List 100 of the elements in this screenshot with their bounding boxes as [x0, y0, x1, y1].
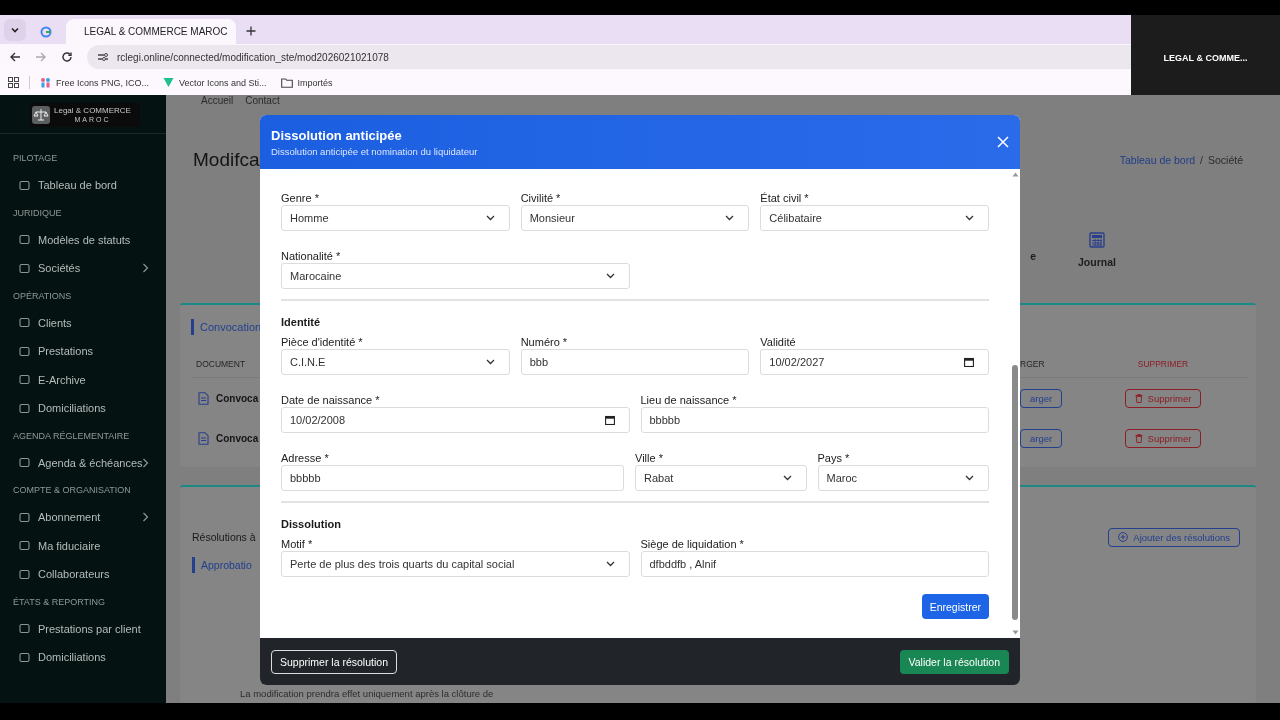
sidebar-item[interactable]: Domiciliations — [0, 643, 166, 672]
select-field[interactable]: Marocaine — [281, 263, 630, 289]
sidebar-item[interactable]: Prestations — [0, 337, 166, 366]
field-label: Ville * — [635, 451, 664, 465]
document-icon — [198, 431, 209, 445]
plus-circle-icon — [1118, 532, 1129, 542]
field-label: Date de naissance * — [281, 393, 381, 407]
chevron-icon — [965, 215, 974, 221]
chevron-icon — [142, 512, 149, 523]
field-label: Siège de liquidation * — [640, 537, 745, 551]
table-cell: Convoca — [216, 432, 259, 444]
section-label: ÉTATS & REPORTING — [12, 595, 106, 609]
select-field[interactable]: Homme — [281, 205, 510, 231]
field-label: Numéro * — [520, 335, 569, 349]
scales-icon — [32, 106, 50, 124]
square-icon — [19, 179, 30, 191]
field-label: État civil * — [760, 191, 810, 205]
g-logo-icon — [40, 25, 52, 38]
select-field[interactable]: C.I.N.E — [281, 349, 510, 375]
tab-menu-button[interactable] — [4, 19, 26, 41]
select-field[interactable]: Célibataire — [760, 205, 989, 231]
nav-link[interactable]: Contact — [245, 95, 280, 107]
sidebar-item[interactable]: Abonnement — [0, 503, 166, 532]
address-bar[interactable]: rclegi.online/connected/modification_ste/mod2026021021078 — [87, 45, 1131, 69]
select-field[interactable]: Monsieur — [520, 205, 750, 231]
section-label: OPÉRATIONS — [12, 289, 73, 303]
square-icon — [19, 457, 30, 469]
trash-icon — [1134, 433, 1143, 443]
chevron-icon — [142, 457, 149, 468]
reload-icon[interactable] — [61, 51, 73, 63]
chevron-icon — [485, 215, 495, 221]
scroll-down-icon[interactable] — [1011, 630, 1019, 635]
breadcrumb-separator: / — [1200, 154, 1203, 166]
section-label: PILOTAGE — [12, 152, 59, 165]
scroll-up-icon[interactable] — [1011, 172, 1019, 177]
section-label: JURIDIQUE — [12, 206, 63, 220]
square-icon — [19, 262, 30, 274]
chevron-icon — [142, 263, 149, 274]
field-label: Civilité * — [520, 191, 562, 205]
date-field[interactable]: 10/02/2008 — [281, 407, 630, 433]
people-icon — [40, 77, 51, 88]
new-tab-icon[interactable] — [246, 26, 256, 36]
square-icon — [19, 374, 30, 386]
sidebar-item[interactable]: Collaborateurs — [0, 560, 166, 589]
document-icon — [198, 391, 209, 405]
sidebar-item[interactable]: E-Archive — [0, 365, 166, 394]
select-field[interactable]: Maroc — [817, 465, 989, 491]
bookmark[interactable]: Free Icons PNG, ICO... — [40, 77, 150, 88]
calculator-icon — [1089, 232, 1105, 248]
sidebar-item[interactable]: Tableau de bord — [0, 171, 166, 200]
square-icon — [19, 402, 30, 414]
save-button[interactable]: Enregistrer — [921, 594, 989, 619]
sidebar-item[interactable]: Modèles de statuts — [0, 225, 166, 254]
nav-link[interactable]: Accueil — [201, 95, 234, 107]
field-label: Genre * — [281, 191, 320, 205]
overlay-title: LEGAL & COMME... — [1163, 52, 1248, 63]
table-cell: Convoca — [216, 392, 259, 404]
column-header: SUPPRIMER — [1137, 359, 1189, 369]
section-label: COMPTE & ORGANISATION — [12, 484, 132, 497]
chevron-icon — [965, 475, 974, 481]
nav-tab[interactable]: Journal — [1052, 215, 1142, 285]
square-icon — [19, 623, 30, 635]
sidebar-item[interactable]: Prestations par client — [0, 614, 166, 643]
square-icon — [19, 651, 30, 663]
section-label: AGENDA RÉGLEMENTAIRE — [12, 429, 131, 443]
text-field[interactable]: bbbbb — [281, 465, 624, 491]
field-label: Lieu de naissance * — [640, 393, 738, 407]
bookmark[interactable]: Importés — [280, 77, 333, 88]
bookmark[interactable]: Vector Icons and Sti... — [163, 77, 267, 88]
select-field[interactable]: Perte de plus des trois quarts du capital social — [281, 551, 630, 577]
card-title: Résolutions à — [192, 531, 256, 543]
validate-button[interactable]: Valider la résolution — [899, 649, 1009, 674]
column-header: RGER — [1020, 359, 1045, 369]
text-field[interactable]: dfbddfb , Alnif — [640, 551, 989, 577]
page-title: Modifca — [193, 149, 260, 171]
triangle-icon — [163, 77, 175, 88]
sidebar-item[interactable]: Agenda & échéances — [0, 448, 166, 477]
browser-tab[interactable]: LEGAL & COMMERCE MAROC — [66, 19, 236, 44]
section-heading: Dissolution — [281, 517, 342, 531]
site-settings-icon[interactable] — [97, 51, 109, 63]
calendar-icon[interactable] — [964, 357, 974, 367]
chevron-icon — [782, 475, 792, 481]
select-field[interactable]: Rabat — [635, 465, 807, 491]
sidebar-item[interactable]: Domiciliations — [0, 394, 166, 423]
date-field[interactable]: 10/02/2027 — [760, 349, 989, 375]
calendar-icon[interactable] — [604, 415, 615, 425]
back-icon[interactable] — [9, 51, 21, 63]
square-icon — [19, 540, 30, 552]
sidebar-item[interactable]: Sociétés — [0, 254, 166, 283]
close-icon[interactable] — [997, 136, 1009, 148]
apps-grid-icon[interactable] — [8, 77, 19, 88]
text-field[interactable]: bbbbb — [640, 407, 989, 433]
sidebar-item[interactable]: Ma fiduciaire — [0, 531, 166, 560]
sidebar-item[interactable]: Clients — [0, 308, 166, 337]
delete-resolution-button[interactable]: Supprimer la résolution — [271, 649, 397, 674]
field-label: Pièce d'identité * — [281, 335, 364, 349]
section-heading: Identité — [281, 315, 322, 329]
chevron-icon — [605, 273, 615, 279]
text-field[interactable]: bbb — [520, 349, 750, 375]
field-label: Validité — [760, 335, 797, 349]
